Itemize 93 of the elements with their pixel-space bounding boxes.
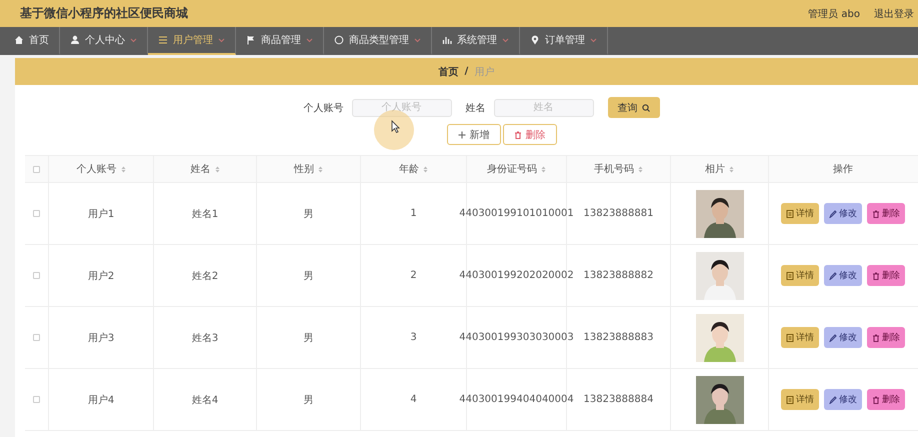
- breadcrumb-separator: /: [464, 66, 468, 77]
- detail-button[interactable]: 详情: [781, 265, 819, 286]
- edit-button[interactable]: 修改: [824, 203, 862, 224]
- home-icon: [14, 35, 24, 45]
- delete-button[interactable]: 删除: [502, 124, 556, 145]
- table-cell-text: 用户3: [88, 332, 114, 344]
- doc-icon: [786, 272, 794, 280]
- logout-link[interactable]: 退出登录: [874, 6, 914, 20]
- pencil-icon: [829, 396, 837, 404]
- table-cell: 4: [410, 394, 417, 405]
- nav-tab[interactable]: 系统管理: [432, 27, 520, 55]
- detail-button[interactable]: 详情: [781, 389, 819, 410]
- pencil-icon: [829, 210, 837, 218]
- table-cell-text: 姓名1: [192, 208, 218, 220]
- column-header: 相片: [705, 162, 725, 176]
- column-header: 身份证号码: [487, 163, 537, 176]
- table-cell: 440300199101010001: [459, 208, 574, 219]
- trash-icon: [514, 130, 522, 138]
- table-cell: 1: [410, 208, 417, 219]
- table-cell-text: 男: [304, 332, 314, 344]
- column-header: 操作: [833, 163, 853, 176]
- detail-button[interactable]: 详情: [781, 327, 819, 348]
- delete-button[interactable]: 删除: [867, 327, 905, 348]
- breadcrumb-link[interactable]: 首页: [438, 64, 459, 78]
- table-cell-text: 用户4: [88, 394, 114, 406]
- nav-tab[interactable]: 用户管理: [148, 27, 236, 55]
- bar-chart-icon: [442, 35, 452, 45]
- circle-icon: [334, 35, 344, 45]
- cursor-icon: [391, 120, 400, 133]
- table-cell: 3: [410, 332, 417, 343]
- column-header: 手机号码: [594, 162, 634, 176]
- doc-icon: [786, 210, 794, 218]
- breadcrumb-current: 用户: [474, 66, 494, 78]
- column-header: 年龄: [399, 162, 419, 176]
- table-cell: 13823888881: [584, 208, 654, 219]
- trash-icon: [872, 272, 880, 280]
- search-icon: [642, 104, 650, 112]
- search-button[interactable]: 查询: [608, 97, 660, 118]
- search-field[interactable]: 个人账号: [352, 98, 452, 116]
- checkbox[interactable]: [33, 272, 40, 279]
- user-label: 管理员 abo: [808, 8, 860, 20]
- column-header: 性别: [294, 162, 314, 176]
- table-cell-text: 姓名4: [192, 394, 218, 406]
- nav-tab[interactable]: 订单管理: [520, 27, 608, 55]
- table-cell-text: 用户2: [88, 270, 114, 282]
- checkbox[interactable]: [33, 166, 40, 172]
- table-cell: 440300199303030003: [459, 332, 574, 343]
- pin-icon: [530, 35, 540, 45]
- nav-tab[interactable]: 商品管理: [236, 27, 324, 55]
- column-header: 个人账号: [76, 162, 116, 176]
- edit-button[interactable]: 修改: [824, 265, 862, 286]
- edit-button[interactable]: 修改: [824, 389, 862, 410]
- trash-icon: [872, 210, 880, 218]
- doc-icon: [786, 396, 794, 404]
- pencil-icon: [829, 272, 837, 280]
- table-cell: 440300199404040004: [459, 394, 574, 405]
- detail-button[interactable]: 详情: [781, 203, 819, 224]
- table-cell: 440300199202020002: [459, 270, 574, 281]
- table-cell: 13823888884: [584, 394, 654, 405]
- doc-icon: [786, 334, 794, 342]
- nav-tab[interactable]: 首页: [4, 27, 60, 55]
- table-cell-text: 姓名2: [192, 270, 218, 282]
- field-label: 姓名: [466, 102, 486, 114]
- checkbox[interactable]: [33, 334, 40, 341]
- delete-button[interactable]: 删除: [867, 389, 905, 410]
- delete-button[interactable]: 删除: [867, 203, 905, 224]
- table-cell: 2: [410, 270, 417, 281]
- delete-button[interactable]: 删除: [867, 265, 905, 286]
- add-button[interactable]: 新增: [446, 124, 500, 145]
- table-cell-text: 男: [304, 394, 314, 406]
- flag-icon: [246, 35, 256, 45]
- field-label: 个人账号: [304, 102, 344, 114]
- table-cell: 13823888883: [584, 332, 654, 343]
- app-title: 基于微信小程序的社区便民商城: [20, 5, 188, 22]
- nav-tab[interactable]: 个人中心: [60, 27, 148, 55]
- list-icon: [158, 35, 168, 45]
- table-cell-text: 男: [304, 208, 314, 220]
- person-icon: [70, 35, 80, 45]
- trash-icon: [872, 334, 880, 342]
- pencil-icon: [829, 334, 837, 342]
- table-cell-text: 用户1: [88, 208, 114, 220]
- table-cell-text: 男: [304, 270, 314, 282]
- column-header: 姓名: [190, 163, 210, 176]
- trash-icon: [872, 396, 880, 404]
- nav-tab[interactable]: 商品类型管理: [324, 27, 432, 55]
- checkbox[interactable]: [33, 396, 40, 403]
- plus-icon: [458, 130, 466, 138]
- table-cell-text: 姓名3: [192, 332, 218, 344]
- edit-button[interactable]: 修改: [824, 327, 862, 348]
- table-cell: 13823888882: [584, 270, 654, 281]
- cursor-highlight: [374, 110, 414, 150]
- checkbox[interactable]: [33, 210, 40, 217]
- search-field[interactable]: 姓名: [494, 98, 594, 116]
